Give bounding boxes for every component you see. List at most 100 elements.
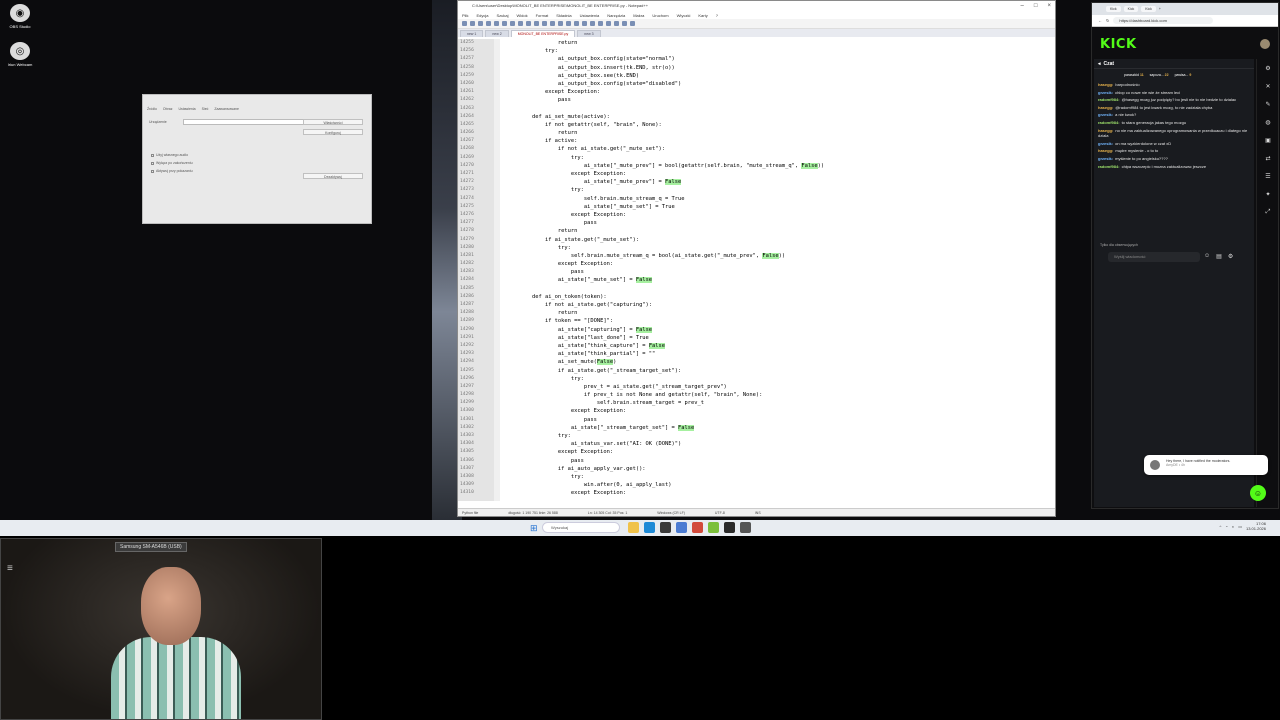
code-line[interactable]: 14269 try: <box>458 154 1055 162</box>
notification-toast[interactable]: Hey there, I have notified the moderator… <box>1144 455 1268 475</box>
chat-username[interactable]: hasegg: <box>1098 128 1113 133</box>
zoom-out-icon[interactable] <box>582 21 587 26</box>
chat-username[interactable]: hasegg: <box>1098 105 1113 110</box>
desktop-icon-obs[interactable]: ◉ OBS Studio <box>0 4 40 29</box>
paste-icon[interactable] <box>534 21 539 26</box>
zoom-in-icon[interactable] <box>574 21 579 26</box>
code-line[interactable]: 14283 pass <box>458 268 1055 276</box>
code-line[interactable]: 14306 pass <box>458 457 1055 465</box>
code-line[interactable]: 14296 try: <box>458 375 1055 383</box>
dialog-tab[interactable]: Źródło <box>147 107 157 111</box>
chat-username[interactable]: grzesik: <box>1098 112 1113 117</box>
chat-message[interactable]: radomf984: chłpa wszczepic i mozna zaktua… <box>1094 163 1254 171</box>
code-line[interactable]: 14277 pass <box>458 219 1055 227</box>
code-line[interactable]: 14271 except Exception: <box>458 170 1055 178</box>
code-line[interactable]: 14278 return <box>458 227 1055 235</box>
deactivate-button[interactable]: Dezaktywuj <box>303 173 363 179</box>
code-line[interactable]: 14307 if ai_auto_apply_var.get(): <box>458 465 1055 473</box>
menu-settings[interactable]: Ustawienia <box>580 13 600 18</box>
chat-message[interactable]: grzesik: myślenie to po angielsku???? <box>1094 155 1254 163</box>
close-all-icon[interactable] <box>502 21 507 26</box>
code-line[interactable]: 14304 ai_status_var.set("AI: OK (DONE)") <box>458 440 1055 448</box>
menu-view[interactable]: Widok <box>516 13 527 18</box>
code-line[interactable]: 14295 if ai_state.get("_stream_target_se… <box>458 367 1055 375</box>
obs-taskbar-icon[interactable] <box>724 522 735 533</box>
checkbox[interactable] <box>151 169 154 173</box>
code-line[interactable]: 14281 self.brain.mute_stream_q = bool(ai… <box>458 252 1055 260</box>
rail-expand-icon[interactable]: ⤢ <box>1257 203 1279 221</box>
chat-message[interactable]: radomf984: @hasegg mozg juz podpięty? bo … <box>1094 96 1254 104</box>
code-line[interactable]: 14300 except Exception: <box>458 407 1055 415</box>
back-icon[interactable]: ← <box>1098 18 1102 23</box>
chat-username[interactable]: grzesik: <box>1098 156 1113 161</box>
code-line[interactable]: 14263 <box>458 105 1055 113</box>
code-line[interactable]: 14265 if not getattr(self, "brain", None… <box>458 121 1055 129</box>
file-explorer-icon[interactable] <box>628 522 639 533</box>
sync-icon[interactable] <box>590 21 595 26</box>
rail-list-icon[interactable]: ☰ <box>1257 167 1279 185</box>
close-icon[interactable]: × <box>1047 1 1051 11</box>
rail-settings-icon[interactable]: ⚙ <box>1257 59 1279 77</box>
configure-button[interactable]: Konfiguruj <box>303 129 363 135</box>
support-chat-button[interactable]: ☺ <box>1250 485 1266 501</box>
edge-icon[interactable] <box>644 522 655 533</box>
code-line[interactable]: 14280 try: <box>458 244 1055 252</box>
document-tab-active[interactable]: MONOLIT_BE ENTERPRISE.py <box>510 30 576 37</box>
code-line[interactable]: 14266 return <box>458 129 1055 137</box>
tray-chevron-icon[interactable]: ^ <box>1219 524 1221 529</box>
emote-icon[interactable]: ☺ <box>1204 253 1210 260</box>
code-line[interactable]: 14308 try: <box>458 473 1055 481</box>
browser-tab[interactable]: Kick <box>1123 6 1139 12</box>
code-line[interactable]: 14292 ai_state["think_capture"] = False <box>458 342 1055 350</box>
dialog-tab[interactable]: Obraz <box>163 107 173 111</box>
leaderboard-item[interactable]: paraszkid 11 <box>1124 73 1144 77</box>
checkbox-row[interactable]: Wyłącz po zakończeniu <box>151 161 193 165</box>
desktop-icon-iriun[interactable]: ◎ Iriun Webcam <box>0 42 40 67</box>
code-line[interactable]: 14276 except Exception: <box>458 211 1055 219</box>
maximize-icon[interactable]: □ <box>1034 1 1038 11</box>
open-icon[interactable] <box>470 21 475 26</box>
code-line[interactable]: 14290 ai_state["capturing"] = False <box>458 326 1055 334</box>
chat-input[interactable]: Wyślij wiadomość <box>1108 252 1200 262</box>
code-area[interactable]: 14255 return 14256 try: 14257 ai_output_bo… <box>458 39 1055 501</box>
dialog-tab[interactable]: Zaawansowane <box>214 107 239 111</box>
document-tab[interactable]: new 2 <box>485 30 509 37</box>
chat-message[interactable]: hasegg: barpodnośnio <box>1094 81 1254 89</box>
replace-icon[interactable] <box>566 21 571 26</box>
code-line[interactable]: 14302 ai_state["_stream_target_set"] = F… <box>458 424 1055 432</box>
hamburger-menu-icon[interactable]: ≡ <box>7 563 13 574</box>
rail-edit-icon[interactable]: ✎ <box>1257 95 1279 113</box>
checkbox-row[interactable]: Aktywuj przy pokazaniu <box>151 169 193 173</box>
menu-file[interactable]: Plik <box>462 13 468 18</box>
code-line[interactable]: 14288 return <box>458 309 1055 317</box>
redo-icon[interactable] <box>550 21 555 26</box>
browser-tab[interactable]: Kick <box>1141 6 1156 12</box>
code-line[interactable]: 14297 prev_t = ai_state.get("_stream_tar… <box>458 383 1055 391</box>
reload-icon[interactable]: ↻ <box>1106 18 1109 23</box>
document-tab[interactable]: new 1 <box>460 30 484 37</box>
chat-username[interactable]: radomf984: <box>1098 120 1120 125</box>
kick-logo[interactable]: KICK <box>1100 37 1137 52</box>
code-line[interactable]: 14305 except Exception: <box>458 448 1055 456</box>
code-line[interactable]: 14284 ai_state["_mute_set"] = False <box>458 276 1055 284</box>
menu-macros[interactable]: Makra <box>633 13 644 18</box>
play-macro-icon[interactable] <box>622 21 627 26</box>
code-line[interactable]: 14260 ai_output_box.config(state="disabl… <box>458 80 1055 88</box>
code-line[interactable]: 14279 if ai_state.get("_mute_set"): <box>458 236 1055 244</box>
undo-icon[interactable] <box>542 21 547 26</box>
code-line[interactable]: 14274 self.brain.mute_stream_q = True <box>458 195 1055 203</box>
find-icon[interactable] <box>558 21 563 26</box>
chat-message[interactable]: hasegg: @radomf984 to jest kwark mozg, to… <box>1094 104 1254 112</box>
chat-username[interactable]: grzesik: <box>1098 141 1113 146</box>
code-line[interactable]: 14309 win.after(0, ai_apply_last) <box>458 481 1055 489</box>
menu-edit[interactable]: Edycja <box>476 13 488 18</box>
webcam-taskbar-icon[interactable] <box>740 522 751 533</box>
save-icon[interactable] <box>478 21 483 26</box>
code-line[interactable]: 14275 ai_state["_mute_set"] = True <box>458 203 1055 211</box>
chat-message[interactable]: hasegg: mądre myslenie - o to to <box>1094 147 1254 155</box>
code-line[interactable]: 14286 def ai_on_token(token): <box>458 293 1055 301</box>
code-line[interactable]: 14264 def ai_set_mute(active): <box>458 113 1055 121</box>
code-line[interactable]: 14298 if prev_t is not None and getattr(… <box>458 391 1055 399</box>
menu-search[interactable]: Szukaj <box>496 13 508 18</box>
chat-username[interactable]: grzesik: <box>1098 90 1113 95</box>
